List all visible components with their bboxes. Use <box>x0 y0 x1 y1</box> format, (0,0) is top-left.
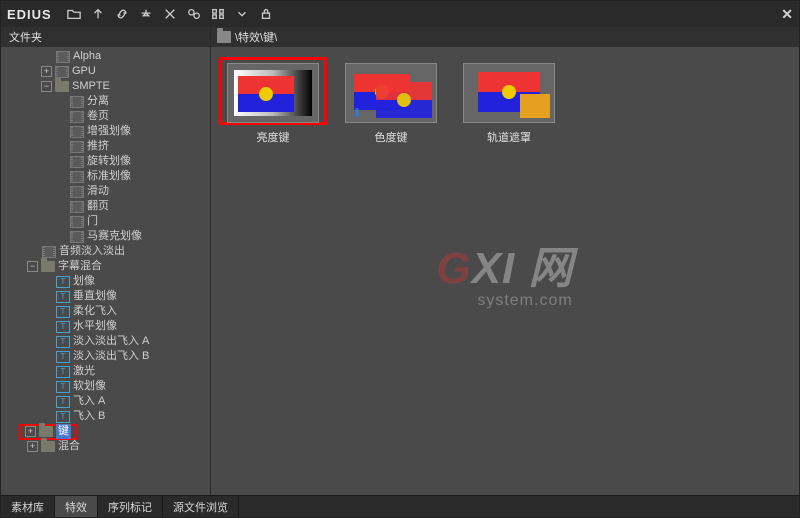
film-icon <box>70 156 84 168</box>
thumbnail-grid: 亮度键 ⬇ 色度键 轨道遮罩 <box>211 47 799 495</box>
tree-item[interactable]: 分离 <box>1 94 210 109</box>
tree-item[interactable]: 门 <box>1 214 210 229</box>
delete-icon[interactable] <box>161 5 179 23</box>
up-arrow-icon[interactable] <box>89 5 107 23</box>
tree-item[interactable]: 马赛克划像 <box>1 229 210 244</box>
film-icon <box>70 126 84 138</box>
collapse-icon[interactable]: − <box>41 81 52 92</box>
text-effect-icon: T <box>56 351 70 363</box>
effect-label: 轨道遮罩 <box>461 129 557 145</box>
folder-icon <box>41 261 55 272</box>
tree-item[interactable]: 卷页 <box>1 109 210 124</box>
breadcrumb[interactable]: \特效\键\ <box>235 29 277 45</box>
view-icon[interactable] <box>209 5 227 23</box>
folder-icon[interactable] <box>65 5 83 23</box>
sidebar-title: 文件夹 <box>1 27 210 47</box>
tree-item[interactable]: 旋转划像 <box>1 154 210 169</box>
tab-library[interactable]: 素材库 <box>1 496 55 517</box>
effect-track-matte[interactable]: 轨道遮罩 <box>461 63 557 145</box>
tree-item[interactable]: −SMPTE <box>1 79 210 94</box>
film-icon <box>70 231 84 243</box>
titlebar: EDIUS ✕ <box>1 1 799 27</box>
effects-icon[interactable] <box>185 5 203 23</box>
film-icon <box>70 201 84 213</box>
film-icon <box>70 186 84 198</box>
film-icon <box>70 96 84 108</box>
sidebar: 文件夹 Alpha +GPU −SMPTE 分离 卷页 增强划像 推挤 旋转划像… <box>1 27 211 495</box>
tab-markers[interactable]: 序列标记 <box>98 496 163 517</box>
tree-item[interactable]: +GPU <box>1 64 210 79</box>
tree-item[interactable]: T淡入淡出飞入 B <box>1 349 210 364</box>
text-effect-icon: T <box>56 381 70 393</box>
pin-icon: ⬇ <box>352 106 362 120</box>
link-icon[interactable] <box>113 5 131 23</box>
film-icon <box>70 141 84 153</box>
folder-icon <box>55 81 69 92</box>
tab-effects[interactable]: 特效 <box>55 496 98 517</box>
folder-icon <box>217 31 231 43</box>
content-area: \特效\键\ 亮度键 ⬇ 色度键 <box>211 27 799 495</box>
tree-item[interactable]: −字幕混合 <box>1 259 210 274</box>
tree-item[interactable]: T激光 <box>1 364 210 379</box>
text-effect-icon: T <box>56 321 70 333</box>
app-brand: EDIUS <box>7 7 52 22</box>
film-icon <box>70 111 84 123</box>
folder-icon <box>41 441 55 452</box>
effect-thumbnail <box>463 63 555 123</box>
expand-icon[interactable]: + <box>25 426 36 437</box>
text-effect-icon: T <box>56 396 70 408</box>
text-effect-icon: T <box>56 291 70 303</box>
tree-item[interactable]: T软划像 <box>1 379 210 394</box>
effect-label: 亮度键 <box>225 129 321 145</box>
tree-item[interactable]: T垂直划像 <box>1 289 210 304</box>
tree-item[interactable]: 音频淡入淡出 <box>1 244 210 259</box>
text-effect-icon: T <box>56 366 70 378</box>
tree-item[interactable]: T水平划像 <box>1 319 210 334</box>
tree-item[interactable]: T柔化飞入 <box>1 304 210 319</box>
film-icon <box>56 51 70 63</box>
lock-icon[interactable] <box>257 5 275 23</box>
tree-item[interactable]: Alpha <box>1 49 210 64</box>
effect-label: 色度键 <box>343 129 439 145</box>
folder-tree[interactable]: Alpha +GPU −SMPTE 分离 卷页 增强划像 推挤 旋转划像 标准划… <box>1 47 210 495</box>
tree-item[interactable]: +混合 <box>1 439 210 454</box>
tab-source-browser[interactable]: 源文件浏览 <box>163 496 239 517</box>
film-icon <box>70 171 84 183</box>
tree-item[interactable]: 标准划像 <box>1 169 210 184</box>
text-effect-icon: T <box>56 276 70 288</box>
collapse-icon[interactable]: − <box>27 261 38 272</box>
tree-item[interactable]: 增强划像 <box>1 124 210 139</box>
effect-luma-key[interactable]: 亮度键 <box>225 63 321 145</box>
watermark: GXI 网 system.com <box>436 232 573 310</box>
tree-item[interactable]: 翻页 <box>1 199 210 214</box>
breadcrumb-bar: \特效\键\ <box>211 27 799 47</box>
tree-item[interactable]: T淡入淡出飞入 A <box>1 334 210 349</box>
tree-item-key[interactable]: +键 <box>1 424 210 439</box>
expand-icon[interactable]: + <box>41 66 52 77</box>
expand-icon[interactable]: + <box>27 441 38 452</box>
film-icon <box>70 216 84 228</box>
folder-icon <box>39 426 53 437</box>
dropdown-icon[interactable] <box>137 5 155 23</box>
text-effect-icon: T <box>56 411 70 423</box>
tree-item[interactable]: 推挤 <box>1 139 210 154</box>
film-icon <box>55 66 69 78</box>
text-effect-icon: T <box>56 306 70 318</box>
view-dropdown-icon[interactable] <box>233 5 251 23</box>
tree-item[interactable]: T划像 <box>1 274 210 289</box>
tree-item[interactable]: T飞入 A <box>1 394 210 409</box>
bottom-tabs: 素材库 特效 序列标记 源文件浏览 <box>1 495 799 517</box>
effect-thumbnail <box>227 63 319 123</box>
text-effect-icon: T <box>56 336 70 348</box>
effect-chroma-key[interactable]: ⬇ 色度键 <box>343 63 439 145</box>
close-icon[interactable]: ✕ <box>781 6 793 23</box>
effect-thumbnail: ⬇ <box>345 63 437 123</box>
tree-item[interactable]: T飞入 B <box>1 409 210 424</box>
film-icon <box>42 246 56 258</box>
tree-item[interactable]: 滑动 <box>1 184 210 199</box>
